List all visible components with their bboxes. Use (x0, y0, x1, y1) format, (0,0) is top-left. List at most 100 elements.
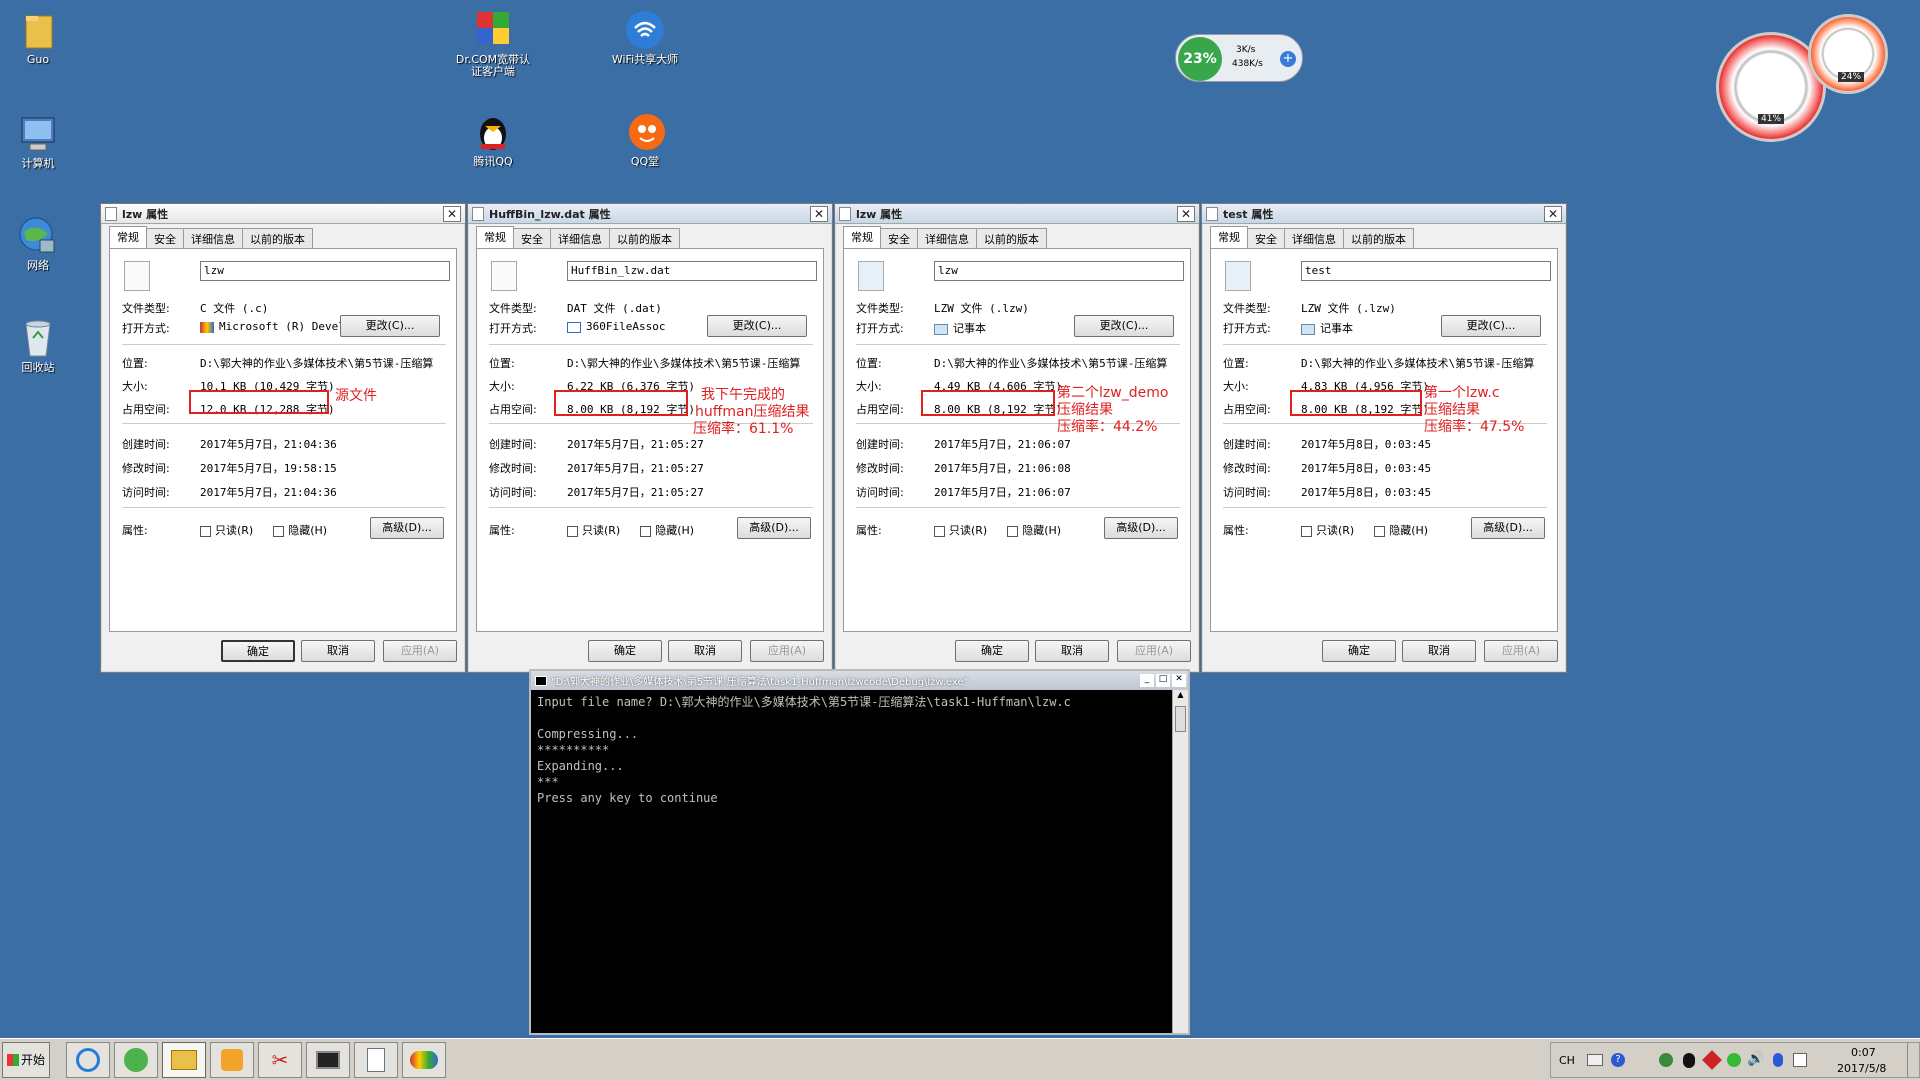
tab-previous-versions[interactable]: 以前的版本 (976, 228, 1047, 248)
taskbar-media-player[interactable] (210, 1041, 254, 1078)
advanced-button[interactable]: 高级(D)... (1471, 517, 1545, 539)
close-icon[interactable]: ✕ (1172, 674, 1186, 687)
console-window[interactable]: "D:\郭大神的作业\多媒体技术\第5节课-压缩算法\task1-Huffman… (529, 669, 1190, 1035)
tab-security[interactable]: 安全 (513, 228, 551, 248)
change-button[interactable]: 更改(C)... (340, 315, 440, 337)
show-desktop-button[interactable] (1907, 1043, 1919, 1077)
apply-button[interactable]: 应用(A) (1117, 640, 1191, 662)
bluetooth-icon[interactable] (1773, 1053, 1783, 1067)
360-security-icon[interactable] (1727, 1053, 1741, 1067)
taskbar-snipping-tool[interactable]: ✂ (258, 1041, 302, 1078)
input-language[interactable]: CH (1559, 1054, 1575, 1067)
advanced-button[interactable]: 高级(D)... (737, 517, 811, 539)
tab-previous-versions[interactable]: 以前的版本 (609, 228, 680, 248)
apply-button[interactable]: 应用(A) (1484, 640, 1558, 662)
help-icon[interactable]: ? (1611, 1053, 1625, 1067)
qq-penguin-icon[interactable] (1683, 1053, 1695, 1068)
hidden-checkbox[interactable] (273, 525, 285, 537)
cpu-meter-gadget[interactable]: 41% 24% (1712, 14, 1892, 144)
maximize-icon[interactable]: □ (1156, 674, 1170, 687)
ok-button[interactable]: 确定 (955, 640, 1029, 662)
desktop-icon-wifi-master[interactable]: WiFi共享大师 (600, 8, 690, 66)
volume-icon[interactable]: 🔊 (1747, 1051, 1764, 1067)
clock-date[interactable]: 2017/5/8 (1837, 1062, 1886, 1075)
minimize-icon[interactable]: _ (1140, 674, 1154, 687)
filename-field[interactable]: test (1301, 261, 1551, 281)
tab-security[interactable]: 安全 (146, 228, 184, 248)
clock-time[interactable]: 0:07 (1851, 1046, 1876, 1059)
change-button[interactable]: 更改(C)... (1074, 315, 1174, 337)
tab-security[interactable]: 安全 (1247, 228, 1285, 248)
desktop-icon-network[interactable]: 网络 (0, 214, 83, 272)
desktop-icon-computer[interactable]: 计算机 (0, 112, 83, 170)
tab-previous-versions[interactable]: 以前的版本 (1343, 228, 1414, 248)
advanced-button[interactable]: 高级(D)... (370, 517, 444, 539)
ok-button[interactable]: 确定 (221, 640, 295, 662)
close-icon[interactable]: ✕ (443, 205, 461, 222)
taskbar-notepad[interactable] (354, 1041, 398, 1078)
notification-flag-icon[interactable] (1793, 1053, 1807, 1067)
taskbar-visual-studio[interactable] (402, 1041, 446, 1078)
close-icon[interactable]: ✕ (1544, 205, 1562, 222)
tab-general[interactable]: 常规 (843, 226, 881, 248)
close-icon[interactable]: ✕ (1177, 205, 1195, 222)
desktop-icon-drcom[interactable]: Dr.COM宽带认证客户端 (448, 8, 538, 78)
keyboard-icon[interactable] (1587, 1054, 1603, 1066)
apply-button[interactable]: 应用(A) (750, 640, 824, 662)
filename-field[interactable]: lzw (200, 261, 450, 281)
taskbar-360-browser[interactable] (114, 1041, 158, 1078)
console-titlebar[interactable]: "D:\郭大神的作业\多媒体技术\第5节课-压缩算法\task1-Huffman… (531, 671, 1188, 690)
taskbar-explorer[interactable] (162, 1041, 206, 1078)
tab-security[interactable]: 安全 (880, 228, 918, 248)
cancel-button[interactable]: 取消 (1035, 640, 1109, 662)
dialog-titlebar[interactable]: lzw 属性 ✕ (101, 204, 465, 224)
readonly-checkbox[interactable] (1301, 525, 1312, 537)
filename-field[interactable]: HuffBin_lzw.dat (567, 261, 817, 281)
dialog-titlebar[interactable]: lzw 属性 ✕ (835, 204, 1199, 224)
desktop-icon-guo[interactable]: Guo (0, 8, 83, 66)
filename-field[interactable]: lzw (934, 261, 1184, 281)
readonly-checkbox[interactable] (567, 525, 578, 537)
tab-previous-versions[interactable]: 以前的版本 (242, 228, 313, 248)
tab-general[interactable]: 常规 (109, 226, 147, 248)
network-speed-widget[interactable]: 23% 3K/s 438K/s + (1175, 34, 1303, 82)
properties-dialog-lzw-c[interactable]: lzw 属性 ✕ 常规 安全 详细信息 以前的版本 lzw 文件类型: C 文件 … (100, 203, 466, 673)
ok-button[interactable]: 确定 (1322, 640, 1396, 662)
change-button[interactable]: 更改(C)... (707, 315, 807, 337)
tab-general[interactable]: 常规 (476, 226, 514, 248)
close-icon[interactable]: ✕ (810, 205, 828, 222)
hidden-checkbox[interactable] (1007, 525, 1019, 537)
plus-icon[interactable]: + (1280, 51, 1296, 67)
cancel-button[interactable]: 取消 (301, 640, 375, 662)
readonly-checkbox[interactable] (200, 525, 211, 537)
ok-button[interactable]: 确定 (588, 640, 662, 662)
cancel-button[interactable]: 取消 (668, 640, 742, 662)
change-button[interactable]: 更改(C)... (1441, 315, 1541, 337)
taskbar-ie[interactable] (66, 1041, 110, 1078)
properties-dialog-huffbin[interactable]: HuffBin_lzw.dat 属性 ✕ 常规 安全 详细信息 以前的版本 Huf… (467, 203, 833, 673)
cancel-button[interactable]: 取消 (1402, 640, 1476, 662)
properties-dialog-lzw-demo[interactable]: lzw 属性 ✕ 常规 安全 详细信息 以前的版本 lzw 文件类型: LZW 文… (834, 203, 1200, 673)
tab-details[interactable]: 详细信息 (550, 228, 610, 248)
hidden-checkbox[interactable] (640, 525, 652, 537)
console-scrollbar[interactable]: ▲ (1172, 690, 1188, 1033)
start-button[interactable]: 开始 (2, 1041, 50, 1078)
taskbar-console[interactable] (306, 1041, 350, 1078)
network-globe-icon[interactable] (1659, 1053, 1673, 1067)
apply-button[interactable]: 应用(A) (383, 640, 457, 662)
tab-details[interactable]: 详细信息 (183, 228, 243, 248)
scroll-up-icon[interactable]: ▲ (1173, 690, 1188, 704)
tab-details[interactable]: 详细信息 (917, 228, 977, 248)
tab-details[interactable]: 详细信息 (1284, 228, 1344, 248)
tab-general[interactable]: 常规 (1210, 226, 1248, 248)
dialog-titlebar[interactable]: HuffBin_lzw.dat 属性 ✕ (468, 204, 832, 224)
scroll-thumb[interactable] (1175, 706, 1186, 732)
hidden-checkbox[interactable] (1374, 525, 1386, 537)
properties-dialog-test[interactable]: test 属性 ✕ 常规 安全 详细信息 以前的版本 test 文件类型: LZW… (1201, 203, 1567, 673)
dialog-titlebar[interactable]: test 属性 ✕ (1202, 204, 1566, 224)
readonly-checkbox[interactable] (934, 525, 945, 537)
advanced-button[interactable]: 高级(D)... (1104, 517, 1178, 539)
desktop-icon-qq[interactable]: 腾讯QQ (448, 110, 538, 168)
antivirus-icon[interactable] (1702, 1050, 1722, 1070)
desktop-icon-recycle-bin[interactable]: 回收站 (0, 316, 83, 374)
